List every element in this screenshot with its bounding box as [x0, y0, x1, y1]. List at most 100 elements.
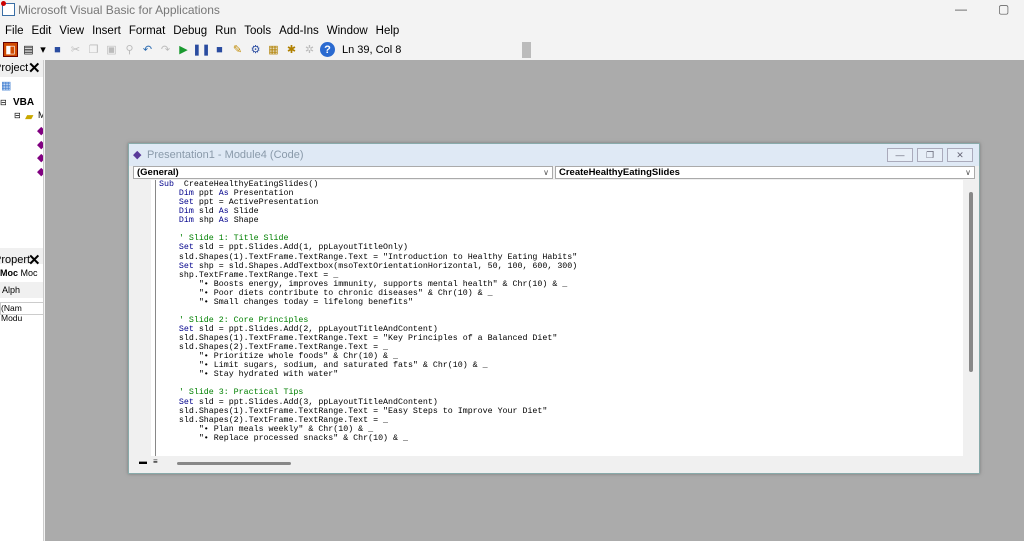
- object-browser-icon[interactable]: ✱: [284, 42, 299, 57]
- code-text: "• Replace processed snacks" & Chr(10) &…: [159, 433, 408, 443]
- code-line[interactable]: sld.Shapes(2).TextFrame.TextRange.Text =…: [156, 343, 963, 352]
- find-icon[interactable]: ⚲: [122, 42, 137, 57]
- chevron-down-icon: ∨: [543, 168, 549, 177]
- tab-alphabetic[interactable]: Alph: [0, 282, 43, 298]
- menu-window[interactable]: Window: [327, 22, 368, 40]
- object-combo[interactable]: Moc Moc: [0, 268, 43, 282]
- cut-icon[interactable]: ✂: [68, 42, 83, 57]
- code-line[interactable]: sld.Shapes(2).TextFrame.TextRange.Text =…: [156, 416, 963, 425]
- collapse-icon[interactable]: ⊟: [14, 111, 21, 120]
- copy-icon[interactable]: ❐: [86, 42, 101, 57]
- design-mode-icon[interactable]: ✎: [230, 42, 245, 57]
- module-icon[interactable]: ◆: [37, 165, 43, 178]
- code-line[interactable]: "• Plan meals weekly" & Chr(10) & _: [156, 425, 963, 434]
- code-line[interactable]: "• Limit sugars, sodium, and saturated f…: [156, 361, 963, 370]
- toolbar-options-icon[interactable]: [522, 42, 531, 58]
- minimize-button[interactable]: —: [887, 148, 913, 162]
- close-icon[interactable]: ✕: [28, 60, 41, 77]
- minimize-button[interactable]: —: [955, 2, 967, 16]
- tree-folder-modules[interactable]: M: [38, 110, 43, 120]
- folder-icon: ▰: [25, 111, 34, 123]
- save-icon[interactable]: ■: [50, 42, 65, 57]
- undo-icon[interactable]: ↶: [140, 42, 155, 57]
- break-icon[interactable]: ❚❚: [192, 42, 210, 57]
- view-object-icon[interactable]: ▦: [1, 79, 11, 92]
- comment: ' Slide 2: Core Principles: [159, 315, 309, 325]
- powerpoint-view-icon[interactable]: ◧: [3, 42, 18, 57]
- code-line[interactable]: ' Slide 3: Practical Tips: [156, 388, 963, 397]
- properties-window-icon[interactable]: ▦: [266, 42, 281, 57]
- code-window-footer: ▬ ≡: [133, 456, 975, 470]
- horizontal-scrollbar[interactable]: [177, 462, 291, 465]
- vertical-scrollbar[interactable]: [969, 192, 973, 372]
- app-title: Microsoft Visual Basic for Applications: [18, 3, 220, 17]
- maximize-button[interactable]: ▢: [998, 2, 1009, 16]
- paste-icon[interactable]: ▣: [104, 42, 119, 57]
- module-icon[interactable]: ◆: [37, 124, 43, 137]
- code-line[interactable]: Set sld = ppt.Slides.Add(2, ppLayoutTitl…: [156, 325, 963, 334]
- code-text: "• Stay hydrated with water": [159, 370, 339, 380]
- code-line[interactable]: "• Replace processed snacks" & Chr(10) &…: [156, 434, 963, 443]
- code-line[interactable]: Dim sld As Slide: [156, 207, 963, 216]
- code-editor[interactable]: Sub CreateHealthyEatingSlides() Dim ppt …: [133, 180, 963, 456]
- menu-edit[interactable]: Edit: [32, 22, 52, 40]
- code-text: sld.Shapes(2).TextFrame.TextRange.Text =…: [159, 415, 389, 425]
- menu-addins[interactable]: Add-Ins: [279, 22, 319, 40]
- code-text: sld = ppt.Slides.Add(2, ppLayoutTitleAnd…: [193, 325, 438, 334]
- code-line[interactable]: Set sld = ppt.Slides.Add(1, ppLayoutTitl…: [156, 243, 963, 252]
- code-line[interactable]: Set sld = ppt.Slides.Add(3, ppLayoutTitl…: [156, 398, 963, 407]
- menu-format[interactable]: Format: [129, 22, 165, 40]
- code-line[interactable]: Set shp = sld.Shapes.AddTextbox(msoTextO…: [156, 262, 963, 271]
- code-line[interactable]: [156, 307, 963, 316]
- project-explorer-icon[interactable]: ⚙: [248, 42, 263, 57]
- code-line[interactable]: "• Small changes today = lifelong benefi…: [156, 298, 963, 307]
- keyword: Set: [178, 198, 194, 208]
- code-line[interactable]: Dim shp As Shape: [156, 216, 963, 225]
- close-button[interactable]: ✕: [947, 148, 973, 162]
- left-panels: Project ✕ ▦ ⊟ VBA ⊟ ▰ M ◆ ◆ ◆ ◆ Propert …: [0, 60, 44, 541]
- dropdown-arrow-icon[interactable]: ▾: [39, 42, 47, 57]
- code-text: Presentation: [228, 189, 294, 199]
- collapse-icon[interactable]: ⊟: [0, 98, 7, 107]
- code-line[interactable]: Set ppt = ActivePresentation: [156, 198, 963, 207]
- module-icon[interactable]: ◆: [37, 138, 43, 151]
- menu-tools[interactable]: Tools: [244, 22, 271, 40]
- tree-root-vba[interactable]: VBA: [13, 97, 34, 108]
- close-icon[interactable]: ✕: [28, 251, 41, 269]
- code-line[interactable]: "• Stay hydrated with water": [156, 370, 963, 379]
- full-module-view-button[interactable]: ≡: [153, 457, 158, 466]
- code-text: ppt: [193, 189, 219, 199]
- run-icon[interactable]: ▶: [176, 42, 191, 57]
- menu-debug[interactable]: Debug: [173, 22, 207, 40]
- code-line[interactable]: "• Prioritize whole foods" & Chr(10) & _: [156, 352, 963, 361]
- code-text: Slide: [228, 207, 259, 217]
- insert-userform-icon[interactable]: ▤: [21, 42, 36, 57]
- help-icon[interactable]: ?: [320, 42, 335, 57]
- code-line[interactable]: sld.Shapes(1).TextFrame.TextRange.Text =…: [156, 334, 963, 343]
- reset-icon[interactable]: ■: [212, 42, 227, 57]
- code-line[interactable]: Dim ppt As Presentation: [156, 189, 963, 198]
- code-line[interactable]: sld.Shapes(1).TextFrame.TextRange.Text =…: [156, 253, 963, 262]
- procedure-view-button[interactable]: ▬: [139, 457, 147, 466]
- code-line[interactable]: ' Slide 2: Core Principles: [156, 316, 963, 325]
- property-name-row[interactable]: (Nam Modu: [0, 302, 43, 323]
- code-line[interactable]: shp.TextFrame.TextRange.Text = _: [156, 271, 963, 280]
- object-dropdown[interactable]: (General) ∨: [133, 166, 553, 179]
- redo-icon[interactable]: ↷: [158, 42, 173, 57]
- menu-insert[interactable]: Insert: [92, 22, 121, 40]
- code-line[interactable]: Sub CreateHealthyEatingSlides(): [156, 180, 963, 189]
- menu-help[interactable]: Help: [376, 22, 400, 40]
- module-icon[interactable]: ◆: [37, 151, 43, 164]
- procedure-dropdown[interactable]: CreateHealthyEatingSlides ∨: [555, 166, 975, 179]
- menu-view[interactable]: View: [59, 22, 84, 40]
- code-line[interactable]: sld.Shapes(1).TextFrame.TextRange.Text =…: [156, 407, 963, 416]
- menu-file[interactable]: File: [5, 22, 24, 40]
- toolbox-icon[interactable]: ✲: [302, 42, 317, 57]
- code-line[interactable]: "• Boosts energy, improves immunity, sup…: [156, 280, 963, 289]
- code-line[interactable]: "• Poor diets contribute to chronic dise…: [156, 289, 963, 298]
- restore-button[interactable]: ❐: [917, 148, 943, 162]
- keyword: Set: [178, 243, 194, 253]
- menu-run[interactable]: Run: [215, 22, 236, 40]
